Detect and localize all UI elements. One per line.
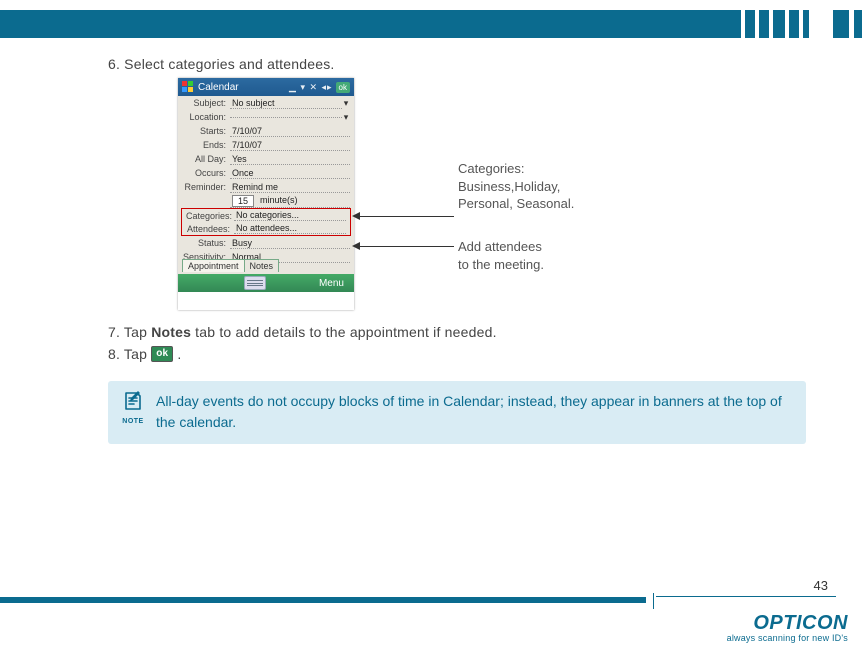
header-bar: [0, 10, 866, 38]
value-status: Busy: [230, 238, 350, 249]
header-stripes: [741, 10, 866, 38]
label-occurs: Occurs:: [182, 168, 230, 178]
step-8-post: .: [173, 346, 181, 362]
value-subject: No subject: [230, 98, 342, 109]
device-body: Subject:No subject▾ Location: ▾ Starts:7/…: [178, 96, 354, 292]
step-7-bold: Notes: [151, 324, 191, 340]
callout-categories-l3: Personal, Seasonal.: [458, 195, 574, 213]
note-icon: NOTE: [118, 389, 148, 426]
value-reminder-unit: minute(s): [260, 195, 348, 207]
device-titlebar: Calendar ▁ ▾ ✕ ◂▸ ok: [178, 78, 354, 96]
label-ends: Ends:: [182, 140, 230, 150]
highlight-categories-attendees: Categories:No categories... Attendees:No…: [181, 208, 351, 236]
callout-attendees-l2: to the meeting.: [458, 256, 544, 274]
tab-appointment: Appointment: [182, 259, 245, 272]
step-7-post: tab to add details to the appointment if…: [191, 324, 497, 340]
arrow-attendees-h: [356, 246, 454, 247]
step-8-pre: 8. Tap: [108, 346, 151, 362]
note-text: All-day events do not occupy blocks of t…: [156, 393, 782, 429]
page: 6. Select categories and attendees. Cale…: [0, 0, 866, 655]
keyboard-icon: [244, 276, 266, 290]
ok-icon: ok: [151, 346, 173, 362]
step-6: 6. Select categories and attendees.: [108, 56, 806, 72]
value-categories: No categories...: [234, 210, 346, 221]
callout-attendees: Add attendees to the meeting.: [458, 238, 544, 273]
device-title: Calendar: [198, 82, 239, 93]
label-subject: Subject:: [182, 98, 230, 108]
device-screenshot: Calendar ▁ ▾ ✕ ◂▸ ok Subject:No subject▾…: [178, 78, 354, 310]
value-attendees: No attendees...: [234, 223, 346, 234]
brand-name: OPTICON: [727, 612, 848, 635]
step-7-pre: 7. Tap: [108, 324, 151, 340]
callout-categories: Categories: Business,Holiday, Personal, …: [458, 160, 574, 213]
page-number-rule: [656, 596, 836, 597]
device-ok-icon: ok: [336, 82, 350, 93]
callout-categories-l2: Business,Holiday,: [458, 178, 574, 196]
page-number: 43: [814, 578, 828, 593]
brand-logo: OPTICON always scanning for new ID's: [727, 612, 848, 643]
content: 6. Select categories and attendees. Cale…: [108, 56, 806, 444]
label-starts: Starts:: [182, 126, 230, 136]
value-location: [230, 117, 342, 118]
windows-start-icon: [182, 81, 194, 93]
label-reminder: Reminder:: [182, 182, 230, 192]
device-menu: Menu: [309, 278, 354, 289]
value-allday: Yes: [230, 154, 350, 165]
value-reminder-num: 15: [232, 195, 254, 207]
label-location: Location:: [182, 112, 230, 122]
footer-bar-end: [653, 593, 654, 609]
tab-notes: Notes: [244, 259, 280, 272]
callout-categories-l1: Categories:: [458, 160, 574, 178]
note-box: NOTE All-day events do not occupy blocks…: [108, 381, 806, 444]
step-8: 8. Tap ok .: [108, 346, 806, 363]
arrow-categories: [356, 216, 454, 217]
value-starts: 7/10/07: [230, 126, 350, 137]
brand-tagline: always scanning for new ID's: [727, 633, 848, 643]
footer-bar: [0, 597, 646, 603]
label-allday: All Day:: [182, 154, 230, 164]
device-footer: . Menu: [178, 274, 354, 292]
label-status: Status:: [182, 238, 230, 248]
screenshot-area: Calendar ▁ ▾ ✕ ◂▸ ok Subject:No subject▾…: [178, 78, 698, 314]
value-reminder: Remind me: [230, 182, 350, 193]
chevron-down-icon: ▾: [342, 98, 350, 109]
step-7: 7. Tap Notes tab to add details to the a…: [108, 324, 806, 340]
value-occurs: Once: [230, 168, 350, 179]
note-label: NOTE: [118, 417, 148, 427]
chevron-down-icon: ▾: [342, 112, 350, 123]
label-attendees: Attendees:: [186, 224, 234, 234]
device-tray-icons: ▁ ▾ ✕ ◂▸: [289, 82, 333, 93]
value-ends: 7/10/07: [230, 140, 350, 151]
device-tabs: Appointment Notes: [182, 259, 278, 272]
label-categories: Categories:: [186, 211, 234, 221]
callout-attendees-l1: Add attendees: [458, 238, 544, 256]
